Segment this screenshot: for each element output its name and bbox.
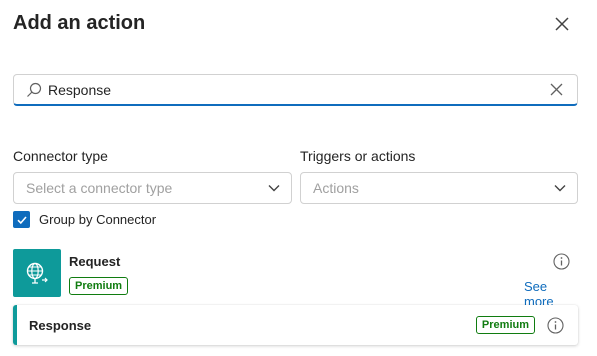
clear-icon	[550, 83, 562, 96]
search-icon	[26, 82, 42, 98]
chevron-down-icon	[553, 181, 567, 195]
action-accent-bar	[13, 305, 17, 345]
connector-request: Request Premium See more	[13, 249, 578, 309]
group-by-connector-label: Group by Connector	[39, 212, 157, 227]
action-name: Response	[29, 317, 92, 333]
group-by-connector-checkbox[interactable]: Group by Connector	[13, 211, 156, 228]
search-input[interactable]	[48, 75, 547, 104]
add-action-panel: Add an action Connector type Select a co…	[0, 0, 597, 356]
premium-badge: Premium	[69, 277, 129, 295]
info-icon[interactable]	[547, 316, 564, 334]
connector-type-placeholder: Select a connector type	[26, 180, 173, 196]
triggers-actions-dropdown[interactable]: Actions	[300, 172, 578, 204]
triggers-actions-placeholder: Actions	[313, 180, 359, 196]
action-item-response[interactable]: Response Premium	[13, 305, 578, 345]
chevron-down-icon	[267, 181, 281, 195]
close-icon	[555, 17, 569, 31]
search-box	[13, 74, 578, 106]
connector-type-dropdown[interactable]: Select a connector type	[13, 172, 292, 204]
clear-search-button[interactable]	[547, 81, 565, 99]
info-icon[interactable]	[553, 253, 570, 270]
connector-name[interactable]: Request	[69, 254, 120, 269]
close-button[interactable]	[550, 12, 574, 36]
globe-request-icon[interactable]	[13, 249, 61, 297]
premium-badge: Premium	[475, 316, 535, 334]
checkmark-icon	[16, 215, 27, 224]
panel-title: Add an action	[13, 12, 146, 34]
checkbox-checked[interactable]	[13, 211, 30, 228]
triggers-actions-label: Triggers or actions	[300, 148, 416, 164]
connector-type-label: Connector type	[13, 148, 108, 164]
